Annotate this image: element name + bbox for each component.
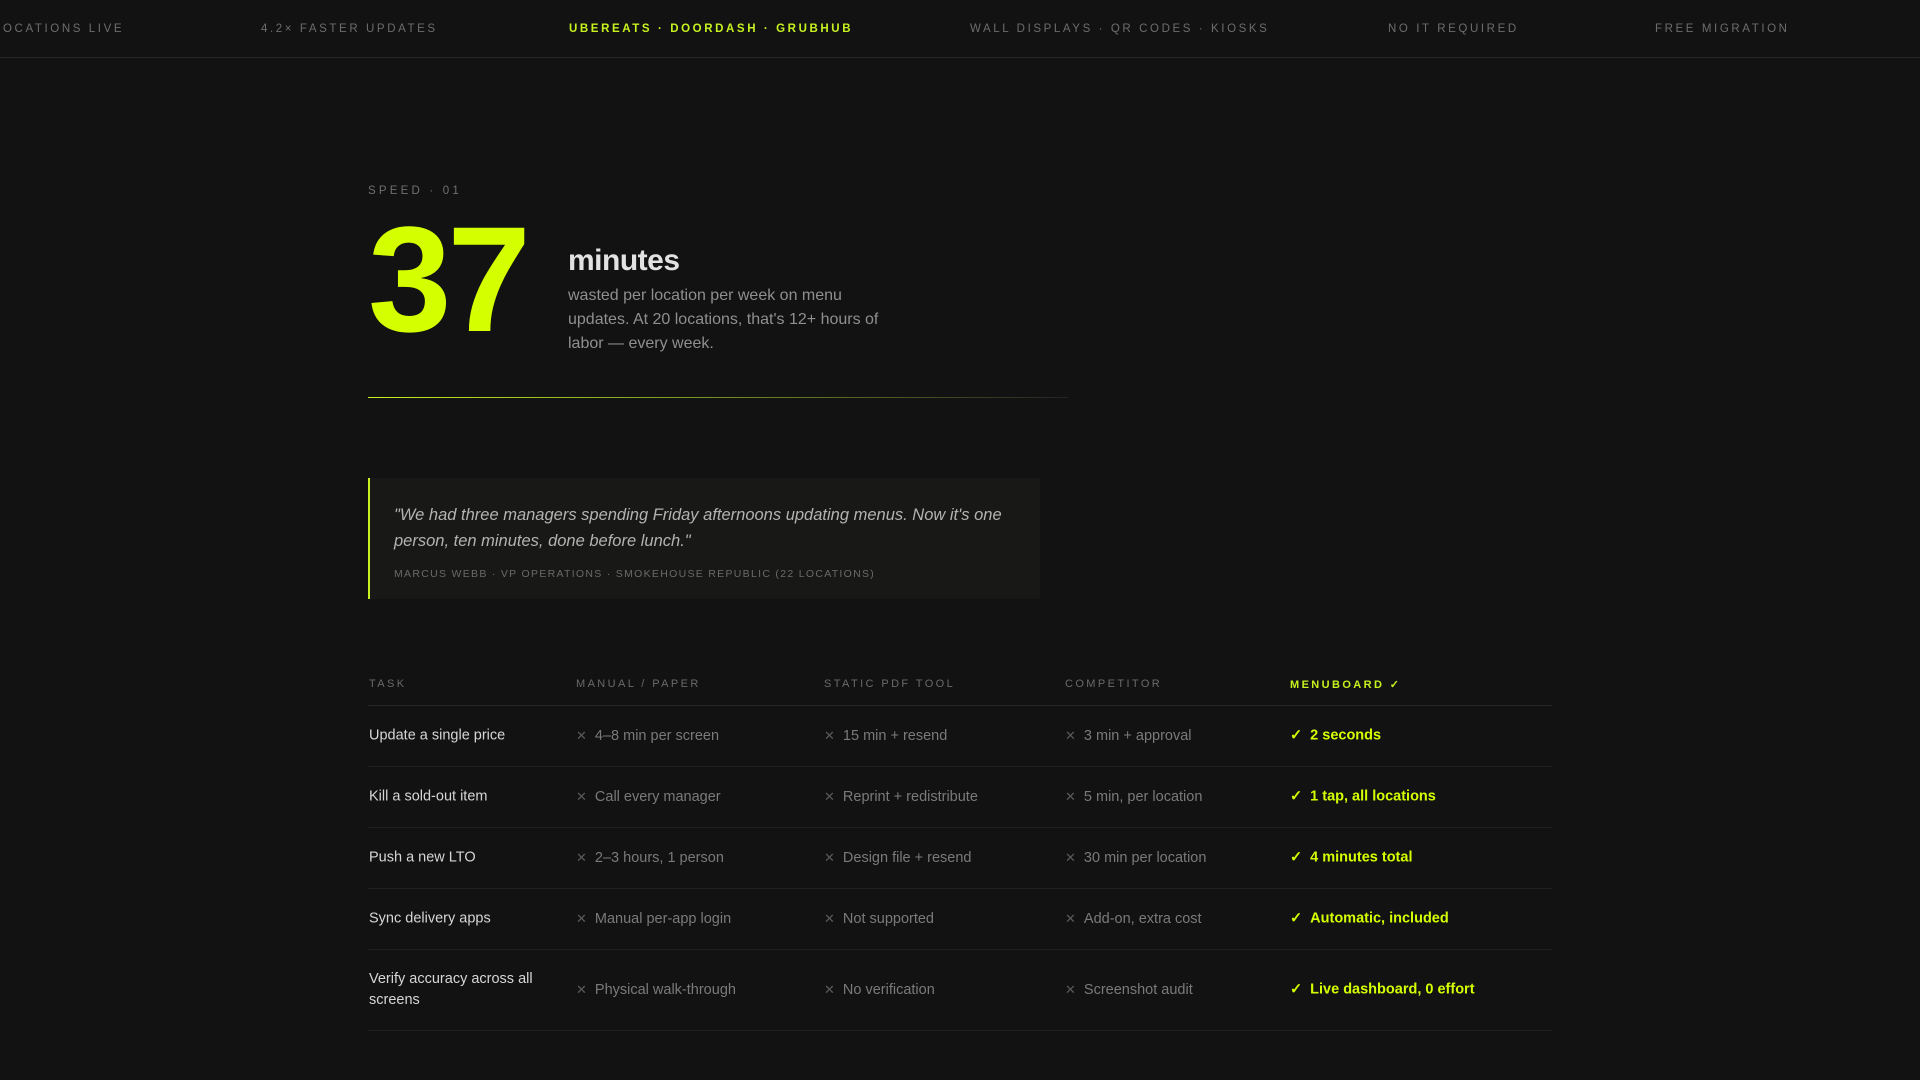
x-icon: ✕ xyxy=(824,850,835,865)
stat-description: wasted per location per week on menu upd… xyxy=(568,287,879,352)
task-cell: Kill a sold-out item xyxy=(369,788,488,805)
x-icon: ✕ xyxy=(576,850,587,865)
ticker-item: NO IT REQUIRED xyxy=(1388,23,1519,35)
competitor-cell: ✕ 30 min per location xyxy=(1065,847,1206,869)
manual-cell: ✕ Manual per-app login xyxy=(576,908,731,930)
pdf-cell: ✕ No verification xyxy=(824,979,935,1001)
quote-attribution: MARCUS WEBB · VP OPERATIONS · SMOKEHOUSE… xyxy=(394,568,876,580)
pdf-cell: ✕ 15 min + resend xyxy=(824,725,947,747)
cell-text: Screenshot audit xyxy=(1083,982,1193,998)
cell-text: No verification xyxy=(842,982,935,998)
competitor-cell: ✕ 5 min, per location xyxy=(1065,786,1202,808)
ticker-item: FREE MIGRATION xyxy=(1655,23,1790,35)
x-icon: ✕ xyxy=(1065,982,1076,997)
menuboard-cell: ✓ Live dashboard, 0 effort xyxy=(1290,980,1475,1001)
x-icon: ✕ xyxy=(1065,728,1076,743)
task-cell: Sync delivery apps xyxy=(369,910,491,927)
cell-text: 30 min per location xyxy=(1083,850,1207,866)
column-header-task: TASK xyxy=(369,678,407,690)
cell-text: Reprint + redistribute xyxy=(842,789,978,805)
x-icon: ✕ xyxy=(824,982,835,997)
competitor-cell: ✕ Add-on, extra cost xyxy=(1065,908,1202,930)
x-icon: ✕ xyxy=(824,789,835,804)
cell-text: Live dashboard, 0 effort xyxy=(1310,981,1475,998)
cell-text: Call every manager xyxy=(594,789,721,805)
pdf-cell: ✕ Design file + resend xyxy=(824,847,971,869)
column-header-manual: MANUAL / PAPER xyxy=(576,678,701,690)
quote-text: "We had three managers spending Friday a… xyxy=(394,506,1002,550)
cell-text: 15 min + resend xyxy=(842,728,948,744)
manual-cell: ✕ 4–8 min per screen xyxy=(576,725,719,747)
cell-text: Not supported xyxy=(842,911,934,927)
check-icon: ✓ xyxy=(1290,788,1303,805)
x-icon: ✕ xyxy=(1065,789,1076,804)
check-icon: ✓ xyxy=(1290,981,1303,998)
x-icon: ✕ xyxy=(576,789,587,804)
table-row: Sync delivery apps ✕ Manual per-app login… xyxy=(368,889,1552,950)
competitor-cell: ✕ Screenshot audit xyxy=(1065,979,1193,1001)
pdf-cell: ✕ Not supported xyxy=(824,908,934,930)
comparison-table: TASK MANUAL / PAPER STATIC PDF TOOL COMP… xyxy=(368,660,1552,1031)
x-icon: ✕ xyxy=(576,982,587,997)
column-header-menuboard: MENUBOARD ✓ xyxy=(1290,679,1402,691)
feature-ticker: OCATIONS LIVE 4.2× FASTER UPDATES UBEREA… xyxy=(0,0,1920,58)
table-header: TASK MANUAL / PAPER STATIC PDF TOOL COMP… xyxy=(368,660,1552,706)
menuboard-cell: ✓ 2 seconds xyxy=(1290,726,1381,747)
ticker-item-highlight: UBEREATS · DOORDASH · GRUBHUB xyxy=(569,23,854,35)
section-divider xyxy=(368,397,1068,398)
ticker-item: WALL DISPLAYS · QR CODES · KIOSKS xyxy=(970,23,1270,35)
cell-text: 4 minutes total xyxy=(1310,849,1413,866)
check-icon: ✓ xyxy=(1290,910,1303,927)
cell-text: Automatic, included xyxy=(1310,910,1449,927)
table-row: Push a new LTO ✕ 2–3 hours, 1 person ✕ Des… xyxy=(368,828,1552,889)
stat-unit: minutes xyxy=(568,244,680,277)
task-cell: Push a new LTO xyxy=(369,849,476,866)
cell-text: Manual per-app login xyxy=(594,911,732,927)
x-icon: ✕ xyxy=(1065,911,1076,926)
x-icon: ✕ xyxy=(576,911,587,926)
ticker-item: OCATIONS LIVE xyxy=(3,23,125,35)
cell-text: 2 seconds xyxy=(1310,727,1382,744)
table-row: Verify accuracy across all screens ✕ Phys… xyxy=(368,950,1552,1031)
cell-text: 2–3 hours, 1 person xyxy=(594,850,724,866)
cell-text: 4–8 min per screen xyxy=(594,728,720,744)
task-cell: Verify accuracy across all screens xyxy=(369,971,533,1008)
cell-text: 5 min, per location xyxy=(1083,789,1203,805)
task-cell: Update a single price xyxy=(369,727,506,744)
table-row: Update a single price ✕ 4–8 min per scree… xyxy=(368,706,1552,767)
menuboard-cell: ✓ Automatic, included xyxy=(1290,909,1449,930)
manual-cell: ✕ Call every manager xyxy=(576,786,721,808)
cell-text: Physical walk-through xyxy=(594,982,736,998)
check-icon: ✓ xyxy=(1290,727,1303,744)
cell-text: Add-on, extra cost xyxy=(1083,911,1202,927)
manual-cell: ✕ 2–3 hours, 1 person xyxy=(576,847,724,869)
testimonial-quote: "We had three managers spending Friday a… xyxy=(368,478,1040,599)
column-header-competitor: COMPETITOR xyxy=(1065,678,1163,690)
manual-cell: ✕ Physical walk-through xyxy=(576,979,736,1001)
ticker-item: 4.2× FASTER UPDATES xyxy=(261,23,438,35)
stat-number: 37 xyxy=(368,195,531,363)
x-icon: ✕ xyxy=(824,911,835,926)
pdf-cell: ✕ Reprint + redistribute xyxy=(824,786,978,808)
column-header-pdf: STATIC PDF TOOL xyxy=(824,678,956,690)
table-row: Kill a sold-out item ✕ Call every manager… xyxy=(368,767,1552,828)
cell-text: Design file + resend xyxy=(842,850,972,866)
check-icon: ✓ xyxy=(1290,849,1303,866)
cell-text: 3 min + approval xyxy=(1083,728,1192,744)
competitor-cell: ✕ 3 min + approval xyxy=(1065,725,1192,747)
x-icon: ✕ xyxy=(824,728,835,743)
menuboard-cell: ✓ 4 minutes total xyxy=(1290,848,1412,869)
x-icon: ✕ xyxy=(1065,850,1076,865)
x-icon: ✕ xyxy=(576,728,587,743)
cell-text: 1 tap, all locations xyxy=(1310,788,1436,805)
menuboard-cell: ✓ 1 tap, all locations xyxy=(1290,787,1436,808)
